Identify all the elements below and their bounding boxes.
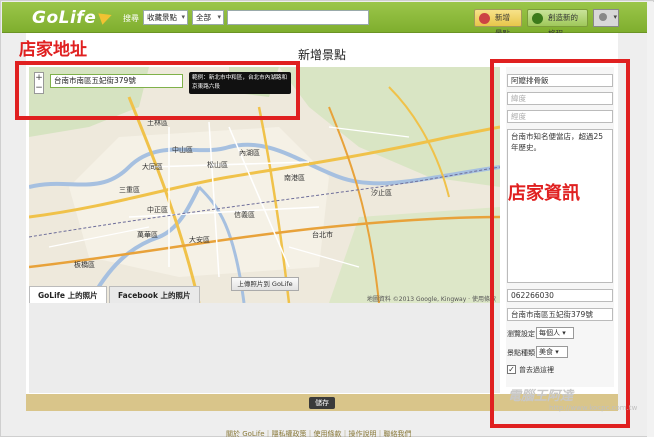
map-label: 板橋區 bbox=[74, 260, 95, 269]
map-label: 信義區 bbox=[234, 210, 255, 219]
category-select[interactable]: 收藏景點 ▾ bbox=[143, 10, 188, 25]
watermark-logo: 電腦王阿達 bbox=[508, 389, 574, 404]
area-select[interactable]: 全部 ▾ bbox=[192, 10, 224, 25]
search-label: 搜尋 bbox=[123, 14, 139, 23]
area-select-value: 全部 bbox=[196, 13, 211, 22]
address-highlight-box bbox=[15, 61, 300, 120]
tab-facebook-photos[interactable]: Facebook 上的照片 bbox=[109, 286, 200, 303]
top-navigation-bar: GoLife 搜尋 收藏景點 ▾ 全部 ▾ 新增景點 創造新的旅程 bbox=[2, 2, 652, 38]
info-highlight-box bbox=[490, 59, 630, 428]
browser-frame: GoLife 搜尋 收藏景點 ▾ 全部 ▾ 新增景點 創造新的旅程 新增景點 bbox=[0, 0, 654, 439]
new-trip-button[interactable]: 創造新的旅程 bbox=[527, 9, 588, 38]
golife-logo[interactable]: GoLife bbox=[32, 8, 96, 28]
upload-photo-button[interactable]: 上傳照片到 GoLife bbox=[231, 277, 299, 291]
photo-panel bbox=[29, 303, 500, 393]
map-label: 大同區 bbox=[142, 162, 163, 171]
tab-golife-photos[interactable]: GoLife 上的照片 bbox=[29, 286, 107, 303]
map-label: 內湖區 bbox=[239, 148, 260, 157]
address-annotation: 店家地址 bbox=[19, 40, 87, 60]
chevron-down-icon: ▾ bbox=[181, 13, 185, 21]
trip-icon bbox=[532, 13, 543, 24]
map-label: 汐止區 bbox=[371, 188, 392, 197]
new-spot-button[interactable]: 新增景點 bbox=[474, 9, 522, 38]
map-label: 萬華區 bbox=[137, 230, 158, 239]
chevron-down-icon: ▾ bbox=[217, 13, 221, 21]
logo-arrow-icon bbox=[98, 9, 114, 25]
map-label: 大安區 bbox=[189, 235, 210, 244]
user-avatar-menu[interactable] bbox=[593, 9, 619, 27]
map-label: 台北市 bbox=[312, 230, 333, 239]
map-label: 中正區 bbox=[147, 205, 168, 214]
pin-icon bbox=[479, 13, 490, 24]
map-label: 三重區 bbox=[119, 186, 140, 194]
category-select-value: 收藏景點 bbox=[147, 13, 177, 22]
save-button[interactable]: 儲存 bbox=[309, 397, 335, 409]
watermark-url: http://www.kocpc.com.tw bbox=[549, 404, 638, 412]
map-attribution: 地圖資料 ©2013 Google, Kingway · 使用條款 bbox=[366, 296, 496, 303]
map-label: 松山區 bbox=[207, 160, 228, 169]
map-label: 中山區 bbox=[172, 145, 193, 154]
map-label: 南港區 bbox=[284, 173, 305, 182]
footer-links[interactable]: 關於 GoLife｜隱私權政策｜使用條款｜操作說明｜聯絡我們 bbox=[226, 429, 412, 439]
vertical-scrollbar[interactable] bbox=[647, 2, 654, 437]
info-annotation: 店家資訊 bbox=[508, 183, 580, 204]
search-input[interactable] bbox=[227, 10, 369, 25]
